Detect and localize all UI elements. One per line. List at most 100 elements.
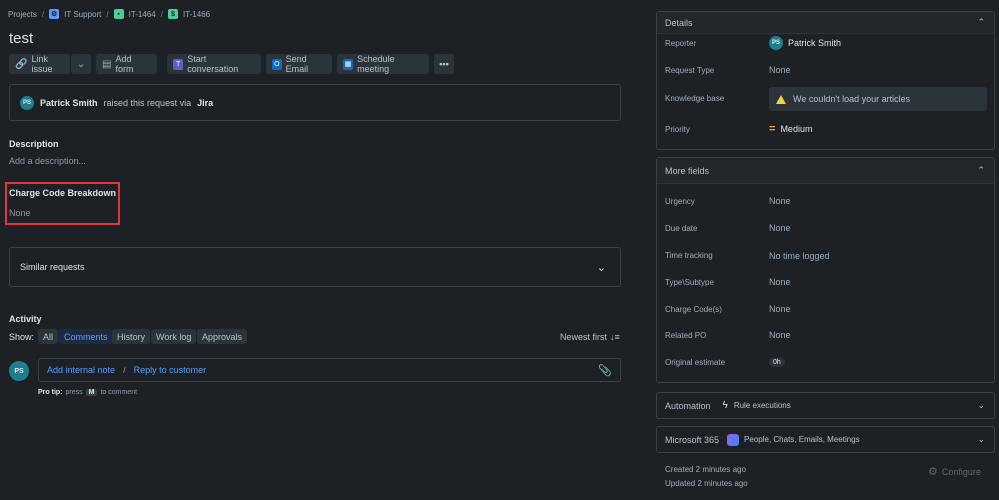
breadcrumb: Projects / ⚙ IT Support / ▪ IT-1464 / $ … [8, 9, 210, 19]
link-icon: 🔗 [15, 58, 28, 70]
schedule-meeting-button[interactable]: ▦ Schedule meeting [337, 54, 429, 74]
pro-tip-key: M [85, 389, 98, 396]
more-actions-button[interactable]: ••• [434, 54, 454, 74]
field-label: Type\Subtype [665, 277, 714, 287]
more-fields-header[interactable]: More fields ⌃ [657, 158, 994, 184]
field-label: Due date [665, 223, 698, 233]
reply-to-customer-link[interactable]: Reply to customer [134, 365, 207, 375]
field-priority: Priority = Medium [657, 122, 994, 136]
field-urgency: Urgency None [657, 194, 994, 208]
warning-icon [776, 94, 786, 104]
activity-show-label: Show: [9, 332, 35, 342]
field-label: Time tracking [665, 250, 713, 260]
outlook-icon: O [272, 58, 282, 70]
copilot-icon [727, 433, 740, 446]
charge-code-heading: Charge Code Breakdown [9, 188, 117, 198]
add-form-button[interactable]: ▤ Add form [96, 54, 157, 74]
request-type-value[interactable]: None [769, 65, 791, 75]
due-date-value[interactable]: None [769, 223, 791, 233]
link-issue-button[interactable]: 🔗 Link issue [9, 54, 70, 74]
teams-icon: T [173, 58, 184, 70]
outlook-calendar-icon: ▦ [343, 58, 354, 70]
reporter-value[interactable]: PS Patrick Smith [769, 36, 841, 50]
current-user-avatar: PS [9, 361, 29, 381]
field-label: Original estimate [665, 357, 726, 367]
link-issue-dropdown-button[interactable]: ⌄ [71, 54, 91, 74]
subtask-icon: $ [167, 9, 178, 19]
raised-by-banner: PS Patrick Smith raised this request via… [9, 84, 621, 121]
field-label: Knowledge base [665, 93, 725, 103]
priority-medium-icon: = [769, 123, 776, 135]
similar-requests-label: Similar requests [20, 262, 85, 272]
time-tracking-value[interactable]: No time logged [769, 251, 830, 261]
m365-panel[interactable]: Microsoft 365 People, Chats, Emails, Mee… [656, 426, 995, 453]
field-charge-codes: Charge Code(s) None [657, 302, 994, 316]
configure-button[interactable]: ⚙ Configure [928, 465, 981, 478]
field-type-subtype: Type\Subtype None [657, 275, 994, 289]
priority-value[interactable]: = Medium [769, 123, 812, 135]
field-label: Related PO [665, 330, 707, 340]
field-label: Urgency [665, 196, 695, 206]
lightning-icon: ϟ [722, 400, 728, 411]
form-icon: ▤ [102, 58, 112, 70]
reporter-name: Patrick Smith [788, 38, 842, 48]
charge-codes-value[interactable]: None [769, 304, 791, 314]
m365-sub: People, Chats, Emails, Meetings [744, 435, 860, 444]
chevron-up-icon: ⌃ [977, 165, 985, 175]
activity-heading: Activity [9, 314, 42, 324]
charge-code-value[interactable]: None [9, 208, 31, 218]
link-issue-label: Link issue [31, 54, 53, 74]
description-field[interactable]: Add a description... [9, 156, 86, 166]
field-original-estimate: Original estimate 0h [657, 355, 994, 369]
breadcrumb-it-support[interactable]: IT Support [64, 10, 101, 19]
breadcrumb-projects[interactable]: Projects [8, 10, 37, 19]
field-reporter: Reporter PS Patrick Smith [657, 36, 994, 50]
gear-icon: ⚙ [928, 466, 938, 478]
pro-tip-text: press [65, 389, 83, 396]
chevron-down-icon: ⌄ [977, 434, 985, 444]
issue-type-icon: ▪ [113, 9, 124, 19]
breadcrumb-current-issue[interactable]: IT-1466 [183, 10, 210, 19]
send-email-label: Send Email [285, 54, 309, 74]
field-label: Reporter [665, 38, 697, 48]
priority-label: Medium [780, 124, 813, 134]
field-label: Charge Code(s) [665, 304, 722, 314]
pro-tip-tail: to comment [100, 389, 138, 396]
chevron-down-icon: ⌄ [76, 58, 86, 70]
original-estimate-value[interactable]: 0h [769, 357, 785, 367]
m365-heading: Microsoft 365 [665, 434, 720, 445]
type-subtype-value[interactable]: None [769, 277, 791, 287]
details-heading: Details [665, 17, 693, 28]
comment-box[interactable]: Add internal note / Reply to customer 📎 [38, 358, 621, 382]
related-po-value[interactable]: None [769, 330, 791, 340]
sort-toggle[interactable]: Newest first ↓≡ [560, 332, 620, 342]
filter-all[interactable]: All [38, 329, 59, 344]
start-conversation-button[interactable]: T Start conversation [167, 54, 261, 74]
filter-history[interactable]: History [112, 329, 151, 344]
more-icon: ••• [439, 59, 449, 69]
filter-work-log[interactable]: Work log [151, 329, 197, 344]
more-fields-panel: More fields ⌃ Urgency None Due date None… [656, 157, 995, 383]
issue-title[interactable]: test [9, 30, 33, 47]
urgency-value[interactable]: None [769, 196, 791, 206]
attachment-icon[interactable]: 📎 [598, 364, 612, 377]
avatar: PS [20, 95, 34, 110]
filter-comments[interactable]: Comments [59, 329, 113, 344]
pro-tip: Pro tip: press M to comment [38, 389, 137, 396]
breadcrumb-parent-issue[interactable]: IT-1464 [129, 10, 156, 19]
raised-by-name[interactable]: Patrick Smith [40, 98, 98, 108]
more-fields-heading: More fields [665, 165, 710, 176]
chevron-down-icon: ⌄ [977, 400, 985, 410]
add-internal-note-link[interactable]: Add internal note [47, 365, 115, 375]
automation-panel[interactable]: Automation ϟ Rule executions ⌄ [656, 392, 995, 419]
automation-heading: Automation [665, 400, 711, 411]
start-conversation-label: Start conversation [187, 54, 239, 74]
pro-tip-bold: Pro tip: [38, 389, 63, 396]
similar-requests-panel[interactable]: Similar requests ⌄ [9, 247, 621, 287]
details-header[interactable]: Details ⌃ [657, 12, 994, 34]
knowledge-base-message: We couldn't load your articles [793, 94, 911, 104]
filter-approvals[interactable]: Approvals [197, 329, 248, 344]
automation-sub: Rule executions [733, 401, 791, 410]
send-email-button[interactable]: O Send Email [266, 54, 332, 74]
estimate-badge: 0h [769, 357, 785, 367]
